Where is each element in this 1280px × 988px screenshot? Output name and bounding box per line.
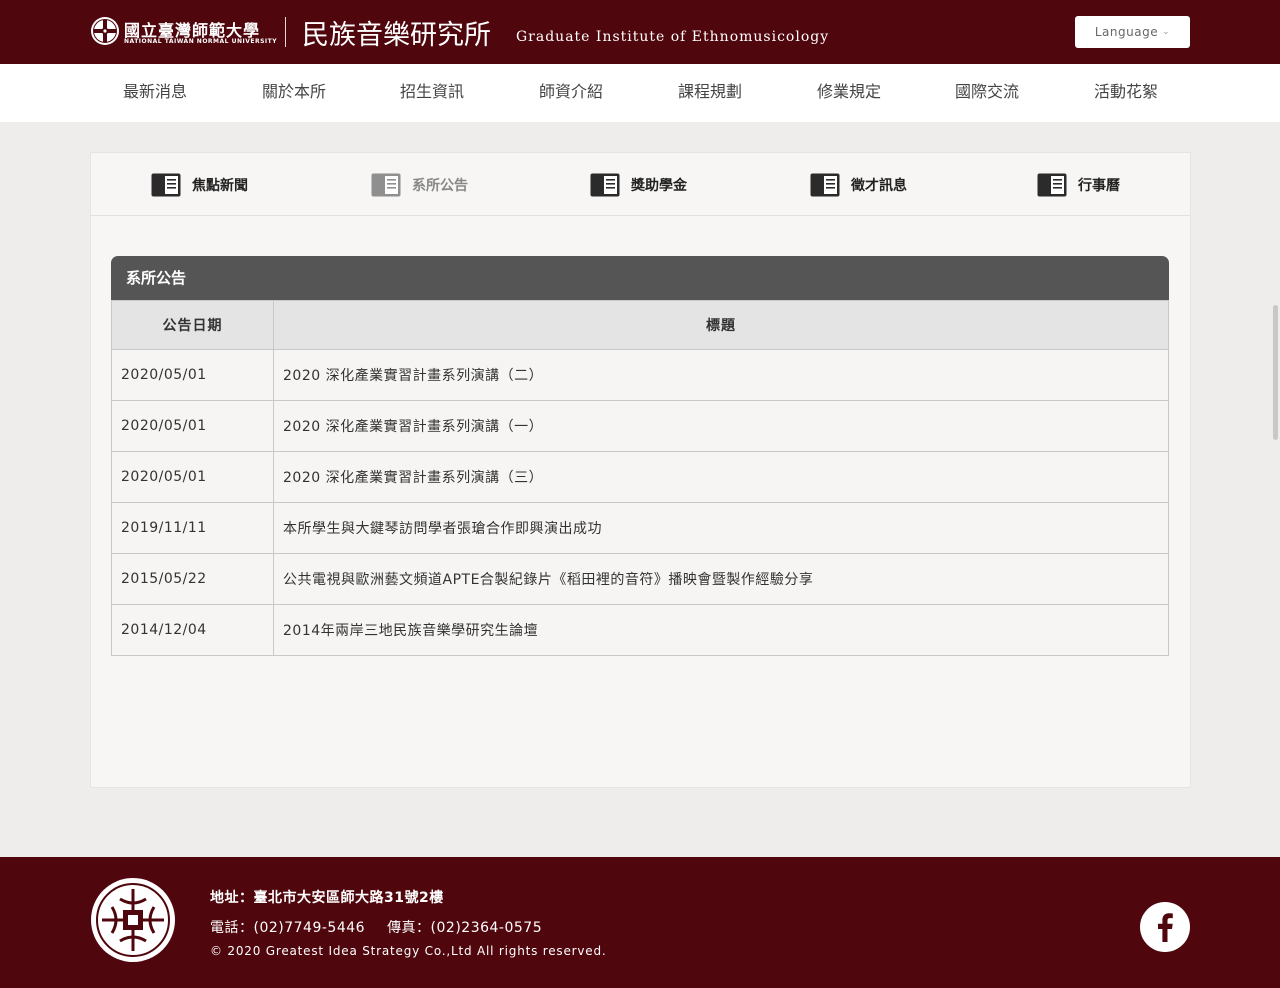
row-title-link[interactable]: 2014年兩岸三地民族音樂學研究生論壇 — [273, 604, 1169, 656]
university-seal-icon — [91, 878, 175, 962]
university-name-en: NATIONAL TAIWAN NORMAL UNIVERSITY — [124, 38, 278, 45]
table-row[interactable]: 2019/11/11 本所學生與大鍵琴訪問學者張瑲合作即興演出成功 — [111, 502, 1169, 554]
row-title-link[interactable]: 公共電視與歐洲藝文頻道APTE合製紀錄片《稻田裡的音符》播映會暨製作經驗分享 — [273, 553, 1169, 605]
row-date: 2015/05/22 — [111, 553, 274, 605]
table-header-row: 公告日期 標題 — [111, 300, 1169, 350]
footer: 地址：臺北市大安區師大路31號2樓 電話：(02)7749-5446 傳真：(02… — [0, 857, 1280, 988]
table-row[interactable]: 2020/05/01 2020 深化產業實習計畫系列演講（二） — [111, 349, 1169, 401]
table-row[interactable]: 2015/05/22 公共電視與歐洲藝文頻道APTE合製紀錄片《稻田裡的音符》播… — [111, 553, 1169, 605]
institute-name-zh[interactable]: 民族音樂研究所 — [302, 13, 491, 52]
row-date: 2020/05/01 — [111, 349, 274, 401]
row-date: 2020/05/01 — [111, 451, 274, 503]
language-label: Language — [1094, 25, 1159, 39]
nav-item-about[interactable]: 關於本所 — [262, 64, 326, 122]
book-icon — [810, 173, 840, 197]
category-tabs: 焦點新聞 系所公告 獎助學金 徵才訊息 行事曆 — [91, 153, 1190, 216]
book-icon — [151, 173, 181, 197]
nav-item-news[interactable]: 最新消息 — [123, 64, 187, 122]
row-date: 2019/11/11 — [111, 502, 274, 554]
nav-item-international[interactable]: 國際交流 — [955, 64, 1019, 122]
tab-label: 焦點新聞 — [192, 178, 248, 194]
tab-announcements[interactable]: 系所公告 — [371, 172, 468, 198]
row-date: 2020/05/01 — [111, 400, 274, 452]
footer-phone: 電話：(02)7749-5446 — [210, 920, 366, 936]
institute-name-en: Graduate Institute of Ethnomusicology — [516, 29, 830, 45]
footer-contact: 電話：(02)7749-5446 傳真：(02)2364-0575 — [210, 917, 542, 937]
book-icon — [371, 173, 401, 197]
row-title-link[interactable]: 2020 深化產業實習計畫系列演講（二） — [273, 349, 1169, 401]
chevron-down-icon: ⌄ — [1162, 27, 1171, 37]
tab-calendar[interactable]: 行事曆 — [1037, 172, 1120, 198]
table-row[interactable]: 2014/12/04 2014年兩岸三地民族音樂學研究生論壇 — [111, 604, 1169, 656]
panel-heading: 系所公告 — [111, 256, 1169, 300]
book-icon — [590, 173, 620, 197]
nav-item-curriculum[interactable]: 課程規劃 — [678, 64, 742, 122]
content-card: 焦點新聞 系所公告 獎助學金 徵才訊息 行事曆 系所公告 公告日期 標題 202… — [90, 152, 1191, 788]
tab-label: 徵才訊息 — [851, 178, 907, 194]
column-header-date: 公告日期 — [111, 300, 274, 350]
row-title-link[interactable]: 2020 深化產業實習計畫系列演講（三） — [273, 451, 1169, 503]
tab-focus-news[interactable]: 焦點新聞 — [151, 172, 248, 198]
header-bar: 國立臺灣師範大學 NATIONAL TAIWAN NORMAL UNIVERSI… — [0, 0, 1280, 64]
page-scrollbar[interactable] — [1273, 305, 1278, 440]
facebook-icon[interactable] — [1140, 902, 1190, 952]
tab-jobs[interactable]: 徵才訊息 — [810, 172, 907, 198]
nav-item-admissions[interactable]: 招生資訊 — [400, 64, 464, 122]
row-title-link[interactable]: 本所學生與大鍵琴訪問學者張瑲合作即興演出成功 — [273, 502, 1169, 554]
footer-copyright: © 2020 Greatest Idea Strategy Co.,Ltd Al… — [210, 944, 607, 958]
main-nav: 最新消息 關於本所 招生資訊 師資介紹 課程規劃 修業規定 國際交流 活動花絮 — [0, 64, 1280, 122]
book-icon — [1037, 173, 1067, 197]
tab-label: 系所公告 — [412, 178, 468, 194]
announcements-panel: 系所公告 公告日期 標題 2020/05/01 2020 深化產業實習計畫系列演… — [111, 256, 1169, 656]
footer-fax: 傳真：(02)2364-0575 — [387, 920, 543, 936]
column-header-title: 標題 — [273, 300, 1169, 350]
university-seal-icon — [91, 17, 119, 45]
university-logo[interactable]: 國立臺灣師範大學 NATIONAL TAIWAN NORMAL UNIVERSI… — [90, 16, 277, 48]
tab-scholarships[interactable]: 獎助學金 — [590, 172, 687, 198]
table-row[interactable]: 2020/05/01 2020 深化產業實習計畫系列演講（一） — [111, 400, 1169, 452]
row-title-link[interactable]: 2020 深化產業實習計畫系列演講（一） — [273, 400, 1169, 452]
table-row[interactable]: 2020/05/01 2020 深化產業實習計畫系列演講（三） — [111, 451, 1169, 503]
language-dropdown[interactable]: Language ⌄ — [1075, 16, 1190, 48]
row-date: 2014/12/04 — [111, 604, 274, 656]
nav-item-regulations[interactable]: 修業規定 — [817, 64, 881, 122]
nav-item-gallery[interactable]: 活動花絮 — [1094, 64, 1158, 122]
announcements-table: 公告日期 標題 2020/05/01 2020 深化產業實習計畫系列演講（二） … — [111, 300, 1169, 656]
header-divider — [285, 17, 286, 47]
tab-label: 獎助學金 — [631, 178, 687, 194]
nav-item-faculty[interactable]: 師資介紹 — [539, 64, 603, 122]
tab-label: 行事曆 — [1078, 178, 1120, 194]
footer-address: 地址：臺北市大安區師大路31號2樓 — [210, 890, 444, 906]
